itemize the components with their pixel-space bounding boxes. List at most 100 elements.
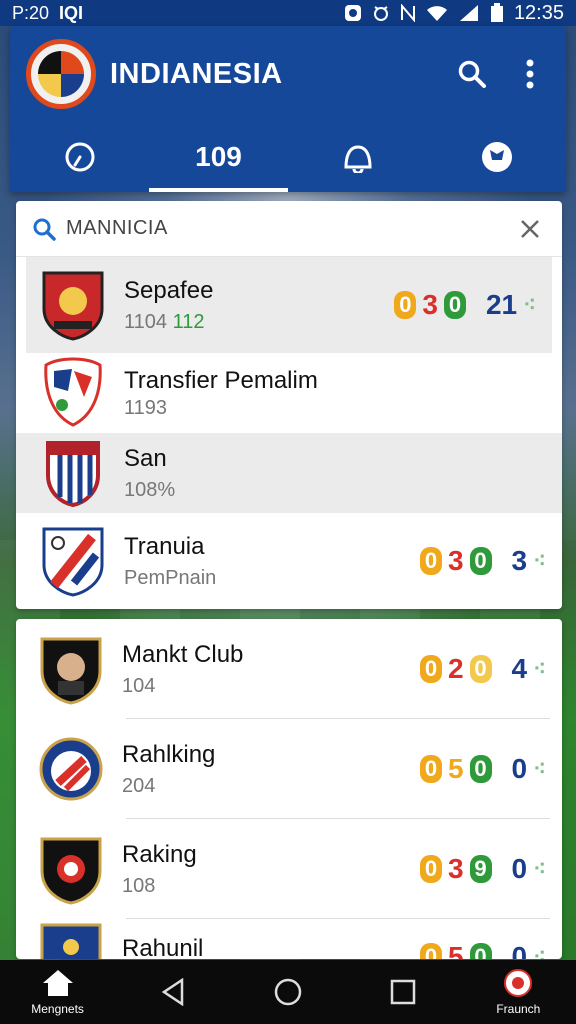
score-b: 5	[447, 753, 464, 784]
search-results-card: MANNICIA Sepafee 1104 112 0 3 0 21 ⁖ Tra…	[16, 201, 562, 609]
club-name: Mankt Club	[122, 640, 244, 668]
battery-icon	[490, 3, 503, 22]
list-item[interactable]: Rahunil 0 5 0 0 ⁖	[16, 919, 562, 959]
club-sub: PemPnain	[124, 566, 217, 589]
nav-home-label: Mengnets	[31, 1002, 84, 1016]
score-c: 0	[469, 655, 492, 683]
clear-search-button[interactable]	[514, 213, 546, 245]
result-row[interactable]: Sepafee 1104 112 0 3 0 21 ⁖	[26, 257, 552, 353]
overflow-menu-button[interactable]	[510, 54, 550, 94]
circle-home-icon	[274, 978, 302, 1006]
club-name: Raking	[122, 840, 197, 868]
club-name: San	[124, 444, 167, 472]
result-row[interactable]: Tranuia PemPnain 0 3 0 3 ⁖	[16, 513, 562, 609]
app-header: INDIANESIA 109	[10, 26, 566, 192]
score-c: 0	[443, 291, 466, 319]
result-row[interactable]: Transfier Pemalim 1193	[16, 353, 562, 433]
score-c: 9	[469, 855, 492, 883]
ranking-list-card: Mankt Club 104 0 2 0 4 ⁖ Rahlking 204 0 …	[16, 619, 562, 959]
score-a: 0	[419, 855, 442, 883]
score-group: 0 3 0 3 ⁖	[419, 545, 546, 577]
score-a: 0	[419, 943, 442, 959]
score-c: 0	[469, 547, 492, 575]
nfc-icon	[400, 4, 415, 22]
club-name: Tranuia	[124, 532, 205, 560]
score-group: 0 3 0 21 ⁖	[394, 289, 536, 321]
score-b: 3	[422, 289, 438, 320]
nav-home-system[interactable]	[238, 977, 338, 1007]
score-b: 3	[447, 853, 464, 884]
rank-value: 0	[511, 753, 528, 784]
tab-count[interactable]: 109	[149, 122, 288, 192]
search-bar[interactable]: MANNICIA	[16, 201, 562, 257]
score-a: 0	[419, 655, 442, 683]
club-crest-icon	[39, 737, 103, 801]
club-crest-icon	[40, 923, 102, 959]
clock-icon	[65, 142, 94, 172]
result-row[interactable]: San 108%	[16, 433, 562, 513]
club-name: Sepafee	[124, 276, 214, 304]
club-sub: 1193	[124, 396, 168, 419]
nav-home[interactable]: Mengnets	[8, 968, 108, 1016]
club-badge-icon	[504, 969, 533, 997]
trend-icon: ⁖	[533, 944, 546, 959]
list-item[interactable]: Raking 108 0 3 9 0 ⁖	[16, 819, 562, 919]
club-crest-icon	[44, 357, 102, 427]
score-group: 0 5 0 0 ⁖	[419, 753, 546, 785]
ball-icon	[481, 142, 512, 172]
nav-profile[interactable]: Fraunch	[468, 968, 568, 1016]
signal-icon	[459, 5, 478, 21]
score-b: 2	[447, 653, 464, 684]
status-bar: P:20 IQI 12:35	[0, 0, 576, 26]
club-crest-icon	[46, 441, 100, 508]
club-sub: 108%	[124, 478, 176, 501]
club-sub: 104	[122, 674, 156, 697]
list-item[interactable]: Mankt Club 104 0 2 0 4 ⁖	[16, 619, 562, 719]
bottom-nav-bar: Mengnets Fraunch	[0, 960, 576, 1024]
nav-recents[interactable]	[353, 979, 453, 1005]
nav-profile-label: Fraunch	[496, 1002, 541, 1016]
club-name: Rahunil	[122, 935, 204, 959]
trend-icon: ⁖	[533, 548, 546, 573]
tab-live[interactable]	[10, 122, 149, 192]
tab-count-label: 109	[195, 141, 242, 172]
club-sub-highlight: 112	[172, 310, 205, 333]
search-input[interactable]: MANNICIA	[66, 217, 514, 240]
tab-bar: 109	[10, 122, 566, 192]
search-button[interactable]	[452, 54, 492, 94]
score-group: 0 3 9 0 ⁖	[419, 853, 546, 885]
status-time: 12:35	[513, 1, 564, 24]
score-group: 0 5 0 0 ⁖	[419, 941, 546, 959]
club-sub: 108	[122, 874, 156, 897]
wifi-icon	[426, 6, 447, 21]
score-a: 0	[394, 291, 417, 319]
more-vert-icon	[526, 59, 534, 89]
rank-value: 0	[511, 853, 528, 884]
list-item[interactable]: Rahlking 204 0 5 0 0 ⁖	[16, 719, 562, 819]
rank-value: 21	[485, 289, 518, 320]
club-name: Rahlking	[122, 740, 216, 768]
trend-icon: ⁖	[533, 656, 546, 681]
score-c: 0	[469, 755, 492, 783]
club-crest-icon	[40, 637, 102, 705]
club-crest-icon	[42, 527, 104, 597]
status-app-icon: IQI	[59, 2, 84, 23]
notification-icon	[344, 5, 361, 21]
rank-value: 0	[511, 941, 528, 959]
trend-icon: ⁖	[533, 856, 546, 881]
club-sub: 1104	[124, 310, 168, 333]
nav-back[interactable]	[123, 978, 223, 1006]
app-title: INDIANESIA	[110, 57, 283, 90]
club-crest-icon	[40, 837, 102, 905]
search-icon	[458, 60, 486, 88]
trend-icon: ⁖	[533, 756, 546, 781]
tab-teams[interactable]	[427, 122, 566, 192]
club-crest-icon	[42, 271, 104, 341]
alarm-icon	[373, 6, 388, 21]
tab-notifications[interactable]	[288, 122, 427, 192]
score-group: 0 2 0 4 ⁖	[419, 653, 546, 685]
home-icon	[42, 970, 73, 996]
app-logo[interactable]	[26, 39, 96, 109]
score-b: 3	[447, 545, 464, 576]
rank-value: 4	[511, 653, 528, 684]
